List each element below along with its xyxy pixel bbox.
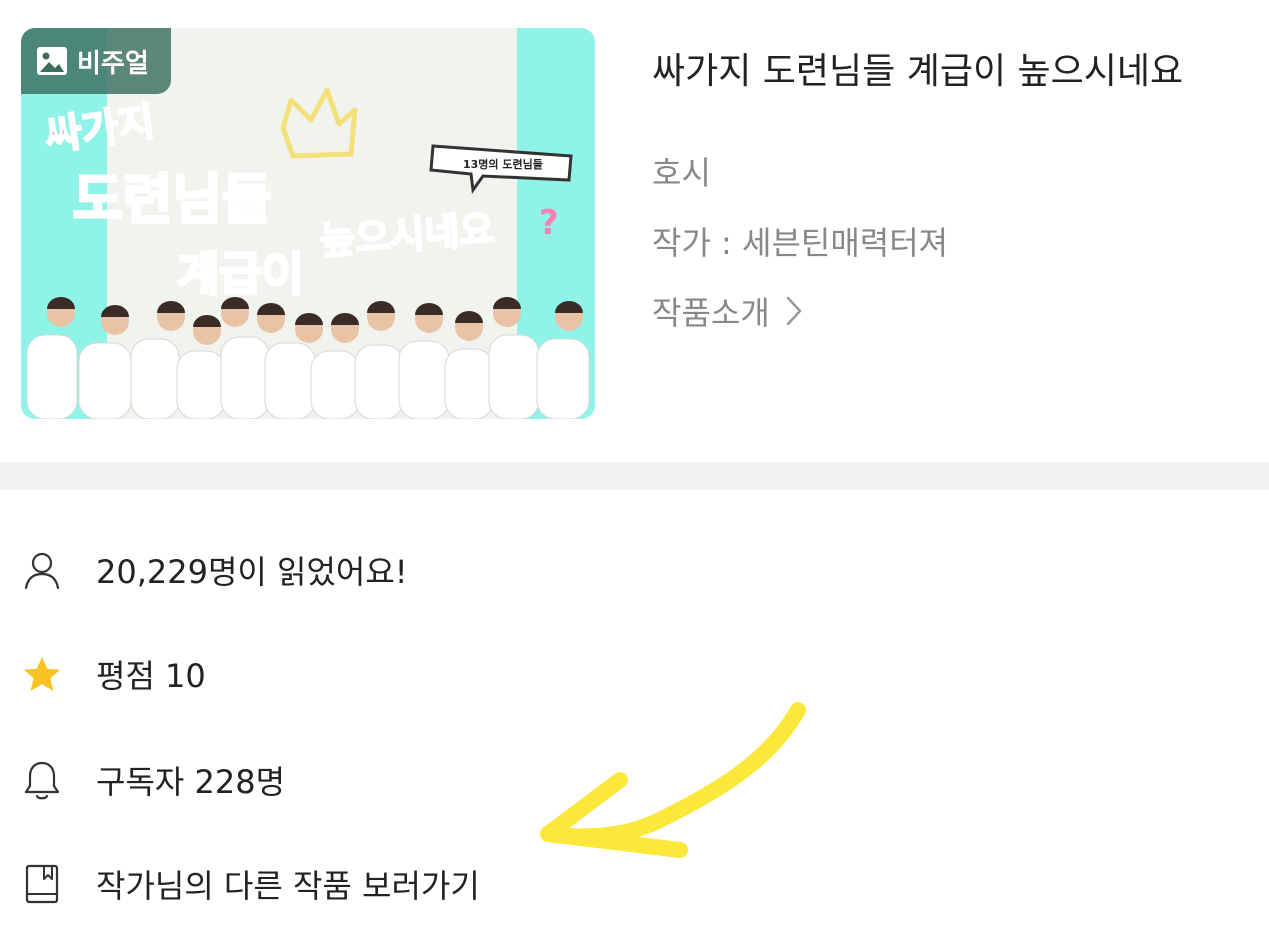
speech-bubble: 13명의 도련님들: [429, 144, 573, 194]
other-works-link[interactable]: 작가님의 다른 작품 보러가기: [96, 861, 480, 907]
bell-icon: [22, 760, 62, 800]
art-title-line4: 높으시네요: [319, 207, 496, 263]
art-question-mark: ?: [539, 203, 559, 243]
crown-icon: [280, 87, 358, 159]
image-icon: [37, 47, 67, 75]
bubble-text: 13명의 도련님들: [463, 157, 543, 171]
readers-row: 20,229명이 읽었어요!: [0, 530, 1269, 610]
section-divider: [0, 462, 1269, 490]
subscribers-count: 구독자 228명: [96, 763, 286, 801]
cover-group-photo: [26, 297, 590, 419]
intro-label: 작품소개: [652, 294, 770, 332]
star-icon: [22, 654, 62, 694]
person-icon: [22, 550, 62, 590]
work-title: 싸가지 도련님들 계급이 높으시네요: [652, 51, 1184, 92]
annotation-arrow: [540, 702, 806, 858]
art-title-line1: 싸가지: [42, 99, 158, 160]
readers-count: 20,229명이 읽었어요!: [96, 553, 408, 591]
work-genre: 호시: [652, 154, 711, 192]
rating-value: 평점 10: [96, 657, 206, 695]
intro-link[interactable]: 작품소개: [652, 288, 804, 334]
work-header: 13명의 도련님들 싸가지 도련님들 계급이 높으시네요 ? 비주얼 싸가지 도…: [0, 0, 1269, 462]
visual-badge: 비주얼: [21, 28, 171, 94]
art-title-line2: 도련님들: [73, 168, 272, 231]
chevron-right-icon: [786, 296, 802, 326]
visual-badge-label: 비주얼: [77, 48, 149, 79]
work-author[interactable]: 작가 : 세븐틴매력터져: [652, 218, 948, 264]
book-icon: [22, 864, 62, 904]
